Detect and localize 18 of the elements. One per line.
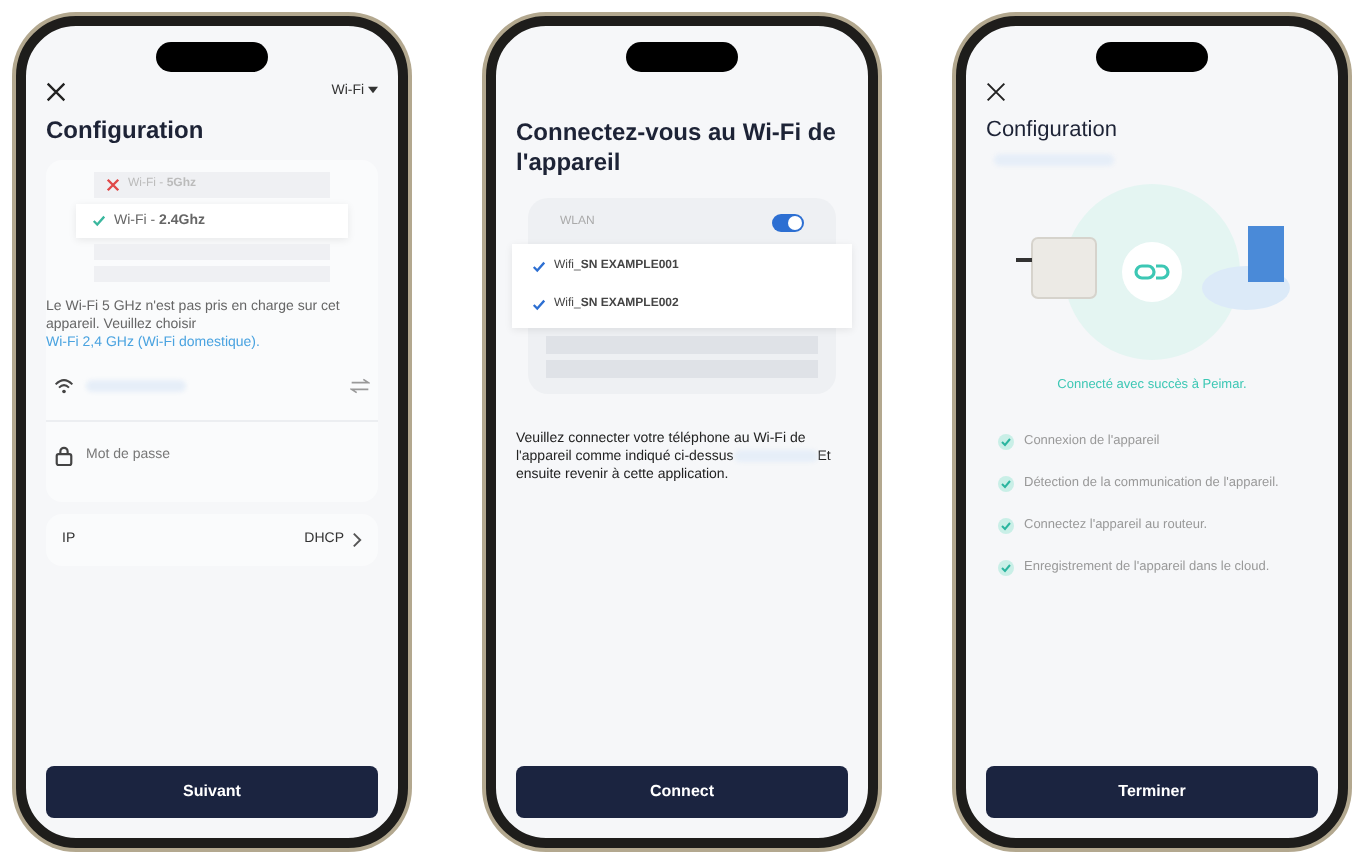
cross-icon: [106, 177, 120, 191]
lock-icon: [54, 445, 74, 466]
screen-title: Configuration: [46, 115, 206, 143]
caret-icon: [368, 86, 378, 95]
close-icon[interactable]: [986, 81, 1006, 101]
close-icon[interactable]: [46, 81, 66, 101]
next-button[interactable]: Suivant: [46, 765, 378, 817]
finish-button[interactable]: Terminer: [986, 765, 1318, 817]
screen-title: Connectez-vous au Wi-Fi de l'appareil: [516, 117, 838, 177]
connect-button[interactable]: Connect: [516, 765, 848, 817]
camera-notch: [626, 41, 738, 71]
camera-notch: [156, 41, 268, 71]
screen-title: Configuration: [986, 117, 1119, 141]
wifi-icon: [54, 375, 74, 396]
chevron-right-icon: [352, 531, 362, 548]
swap-icon[interactable]: [350, 375, 370, 396]
camera-notch: [1096, 41, 1208, 71]
check-icon: [92, 213, 106, 227]
